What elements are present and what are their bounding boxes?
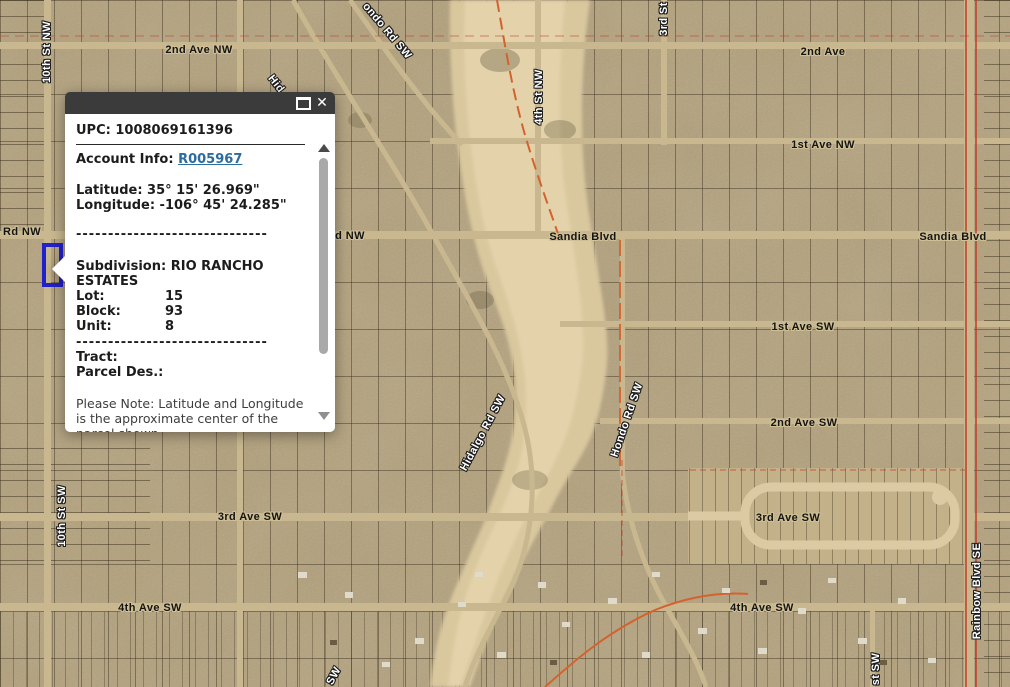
subdivision-text: Subdivision: RIO RANCHO ESTATES xyxy=(76,259,305,289)
popup-body: UPC: 1008069161396 Account Info: R005967… xyxy=(65,114,335,432)
parcel-info-popup: ✕ UPC: 1008069161396 Account Info: R0059… xyxy=(65,92,335,432)
account-info-label: Account Info: xyxy=(76,152,174,167)
divider-rule xyxy=(76,144,305,145)
note-text: Please Note: Latitude and Longitude is t… xyxy=(76,396,305,432)
field-label: Unit: xyxy=(76,319,165,334)
field-value: 93 xyxy=(165,304,183,319)
dashed-divider: ------------------------------ xyxy=(76,335,305,350)
parcel-field-row: Block:93 xyxy=(76,304,305,319)
account-link[interactable]: R005967 xyxy=(178,152,242,167)
tract-text: Tract: xyxy=(76,350,305,365)
map-viewport[interactable]: 10th St NW2nd Ave NWHidondo Rd SW4th St … xyxy=(0,0,1010,687)
longitude-text: Longitude: -106° 45' 24.285" xyxy=(76,198,305,213)
upc-text: UPC: 1008069161396 xyxy=(76,123,305,138)
close-icon[interactable]: ✕ xyxy=(314,95,330,111)
scroll-down-icon[interactable] xyxy=(318,412,330,420)
latitude-text: Latitude: 35° 15' 26.969" xyxy=(76,183,305,198)
field-value: 8 xyxy=(165,319,174,334)
field-label: Lot: xyxy=(76,289,165,304)
scrollbar-thumb[interactable] xyxy=(319,158,328,354)
dashed-divider: ------------------------------ xyxy=(76,227,305,242)
popup-titlebar[interactable]: ✕ xyxy=(65,92,335,114)
parcel-field-row: Lot:15 xyxy=(76,289,305,304)
parcel-field-row: Unit:8 xyxy=(76,319,305,334)
popup-callout-arrow xyxy=(52,255,66,283)
field-value: 15 xyxy=(165,289,183,304)
popup-scrollbar[interactable] xyxy=(317,142,330,422)
parcel-des-text: Parcel Des.: xyxy=(76,365,305,380)
account-info-row: Account Info: R005967 xyxy=(76,152,305,167)
scroll-up-icon[interactable] xyxy=(318,144,330,152)
field-label: Block: xyxy=(76,304,165,319)
maximize-icon[interactable] xyxy=(295,95,311,111)
parcel-kv-rows: Lot:15Block:93Unit:8 xyxy=(76,289,305,334)
